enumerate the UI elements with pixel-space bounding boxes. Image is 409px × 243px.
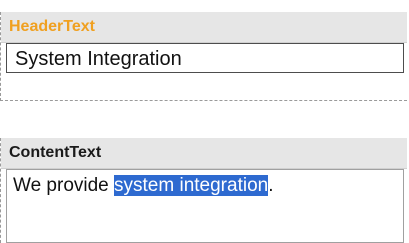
content-text-before: We provide <box>13 175 115 196</box>
content-text-area[interactable]: We provide system integration. <box>6 169 404 243</box>
header-text-label: HeaderText <box>1 12 407 43</box>
content-text-block: ContentText We provide system integratio… <box>0 138 407 243</box>
header-text-block: HeaderText System Integration <box>0 12 407 101</box>
content-text-after: . <box>268 175 274 196</box>
content-text-label: ContentText <box>1 138 407 169</box>
content-text-selection: system integration <box>114 175 269 196</box>
editor-page: HeaderText System Integration ContentTex… <box>0 0 409 243</box>
header-text-input[interactable]: System Integration <box>6 43 404 73</box>
